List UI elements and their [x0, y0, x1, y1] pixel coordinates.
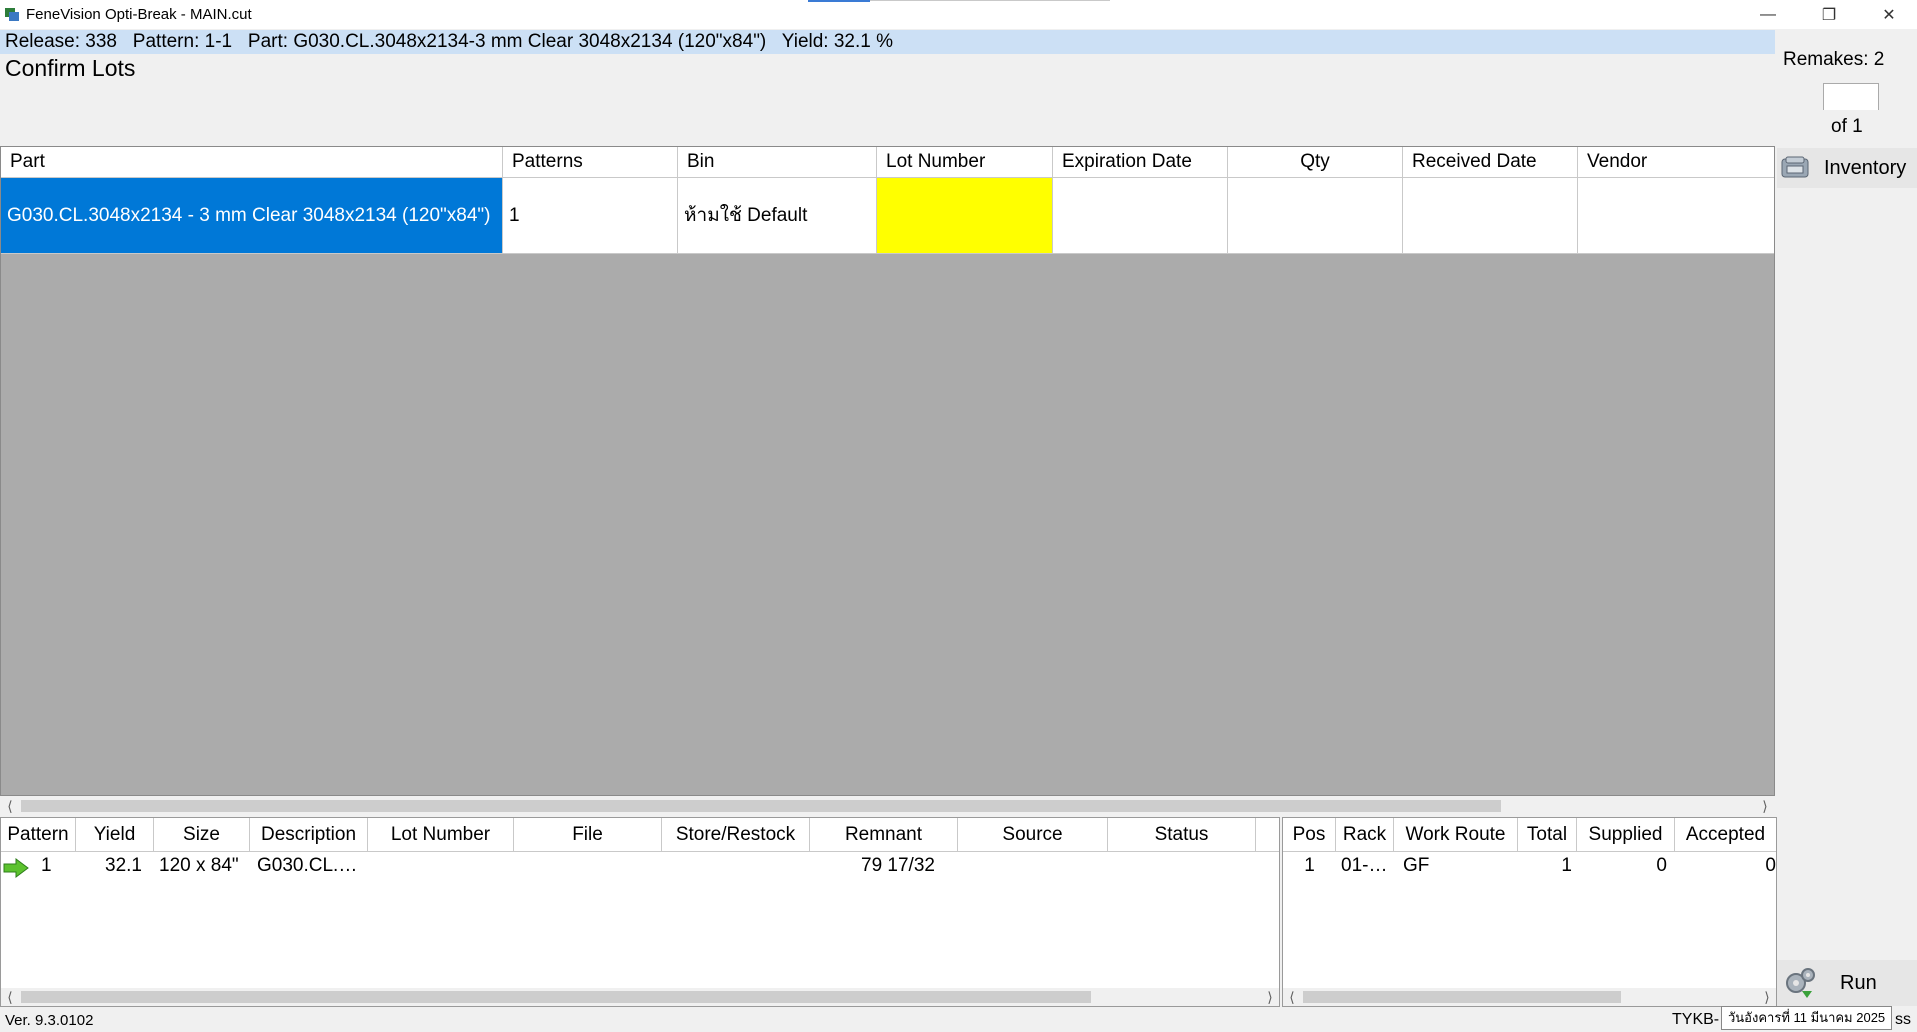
scroll-right-arrow-icon[interactable]: ⟩: [1756, 797, 1774, 815]
lots-grid-header: Part Patterns Bin Lot Number Expiration …: [1, 147, 1774, 178]
scroll-left-arrow-icon[interactable]: ⟨: [1, 797, 19, 815]
cell-supplied[interactable]: 0: [1577, 852, 1667, 880]
cell-accepted[interactable]: 0: [1675, 852, 1776, 880]
cell-expiration-date[interactable]: [1053, 178, 1228, 253]
cell-file[interactable]: [517, 852, 659, 880]
cell-vendor[interactable]: [1578, 178, 1774, 253]
cell-lot-number[interactable]: [371, 852, 511, 880]
remake-of-label: of 1: [1831, 116, 1863, 137]
column-header-status[interactable]: Status: [1108, 818, 1256, 852]
cell-yield[interactable]: 32.1: [105, 852, 151, 880]
column-header-pattern[interactable]: Pattern: [1, 818, 76, 852]
remakes-label: Remakes: 2: [1783, 49, 1885, 70]
run-label: Run: [1840, 971, 1877, 994]
cell-size[interactable]: 120 x 84": [159, 852, 249, 880]
cell-pos[interactable]: 1: [1283, 852, 1336, 880]
cell-rack[interactable]: 01-01: [1341, 852, 1389, 880]
scroll-left-arrow-icon[interactable]: ⟨: [1, 988, 19, 1006]
column-header-rack[interactable]: Rack: [1336, 818, 1394, 852]
column-header-spacer: [1256, 818, 1279, 852]
status-tail-text: ss: [1895, 1011, 1911, 1028]
cell-part[interactable]: G030.CL.3048x2134 - 3 mm Clear 3048x2134…: [1, 178, 503, 253]
title-divider: [870, 0, 1110, 1]
remake-number-field[interactable]: [1823, 83, 1879, 110]
title-bar: [0, 0, 1917, 29]
cell-store-restock[interactable]: [665, 852, 807, 880]
gears-icon: [1786, 968, 1815, 998]
restore-button[interactable]: ❐: [1806, 0, 1852, 29]
column-header-yield[interactable]: Yield: [76, 818, 154, 852]
cell-received-date[interactable]: [1403, 178, 1578, 253]
column-header-part[interactable]: Part: [1, 147, 503, 177]
column-header-vendor[interactable]: Vendor: [1578, 147, 1774, 177]
scroll-thumb[interactable]: [21, 991, 1091, 1003]
column-header-received-date[interactable]: Received Date: [1403, 147, 1578, 177]
column-header-expiration-date[interactable]: Expiration Date: [1053, 147, 1228, 177]
cell-total[interactable]: 1: [1518, 852, 1572, 880]
cell-lot-number[interactable]: [877, 178, 1053, 253]
cell-pattern[interactable]: 1: [41, 852, 71, 880]
column-header-total[interactable]: Total: [1518, 818, 1577, 852]
scroll-left-arrow-icon[interactable]: ⟨: [1283, 988, 1301, 1006]
cell-status[interactable]: [1111, 852, 1253, 880]
cell-remnant[interactable]: 79 17/32: [861, 852, 961, 880]
version-label: Ver. 9.3.0102: [5, 1012, 94, 1029]
column-header-accepted[interactable]: Accepted: [1675, 818, 1776, 852]
date-tooltip: วันอังคารที่ 11 มีนาคม 2025: [1721, 1006, 1893, 1030]
cell-patterns[interactable]: 1: [503, 178, 678, 253]
scroll-thumb[interactable]: [1303, 991, 1621, 1003]
cell-bin[interactable]: ห้ามใช้ Default: [678, 178, 877, 253]
scroll-right-arrow-icon[interactable]: ⟩: [1261, 988, 1279, 1006]
cell-description[interactable]: G030.CL.3048x2134: [257, 852, 365, 880]
user-label: TYKB-: [1672, 1011, 1720, 1028]
column-header-patterns[interactable]: Patterns: [503, 147, 678, 177]
current-row-arrow-icon: [3, 858, 29, 878]
lots-grid-scrollbar[interactable]: ⟨ ⟩: [1, 797, 1774, 815]
close-button[interactable]: ✕: [1866, 0, 1912, 29]
page-title: Confirm Lots: [5, 55, 136, 81]
inventory-icon: [1781, 156, 1809, 178]
cell-work-route[interactable]: GF: [1403, 852, 1513, 880]
patterns-grid-scrollbar[interactable]: ⟨ ⟩: [1, 988, 1279, 1006]
column-header-file[interactable]: File: [514, 818, 662, 852]
column-header-supplied[interactable]: Supplied: [1577, 818, 1675, 852]
inventory-label: Inventory: [1824, 156, 1907, 179]
run-button[interactable]: Run: [1777, 960, 1917, 1006]
column-header-remnant[interactable]: Remnant: [810, 818, 958, 852]
positions-grid: Pos Rack Work Route Total Supplied Accep…: [1282, 817, 1777, 1007]
column-header-lot-number[interactable]: Lot Number: [368, 818, 514, 852]
column-header-size[interactable]: Size: [154, 818, 250, 852]
cell-qty[interactable]: [1228, 178, 1403, 253]
positions-grid-scrollbar[interactable]: ⟨ ⟩: [1283, 988, 1776, 1006]
column-header-bin[interactable]: Bin: [678, 147, 877, 177]
status-bar: [0, 1008, 1917, 1032]
release-info: Release: 338 Pattern: 1-1 Part: G030.CL.…: [5, 31, 894, 52]
table-row[interactable]: G030.CL.3048x2134 - 3 mm Clear 3048x2134…: [1, 178, 1774, 254]
patterns-grid: Pattern Yield Size Description Lot Numbe…: [0, 817, 1280, 1007]
column-header-qty[interactable]: Qty: [1228, 147, 1403, 177]
column-header-lot-number[interactable]: Lot Number: [877, 147, 1053, 177]
column-header-description[interactable]: Description: [250, 818, 368, 852]
column-header-source[interactable]: Source: [958, 818, 1108, 852]
column-header-pos[interactable]: Pos: [1283, 818, 1336, 852]
inventory-button[interactable]: Inventory: [1777, 148, 1917, 188]
column-header-store-restock[interactable]: Store/Restock: [662, 818, 810, 852]
title-accent-line: [808, 0, 870, 2]
scroll-right-arrow-icon[interactable]: ⟩: [1758, 988, 1776, 1006]
app-icon: [5, 8, 19, 21]
minimize-button[interactable]: —: [1745, 0, 1791, 29]
cell-source[interactable]: [961, 852, 1105, 880]
window-title: FeneVision Opti-Break - MAIN.cut: [26, 6, 252, 23]
column-header-work-route[interactable]: Work Route: [1394, 818, 1518, 852]
scroll-thumb[interactable]: [21, 800, 1501, 812]
